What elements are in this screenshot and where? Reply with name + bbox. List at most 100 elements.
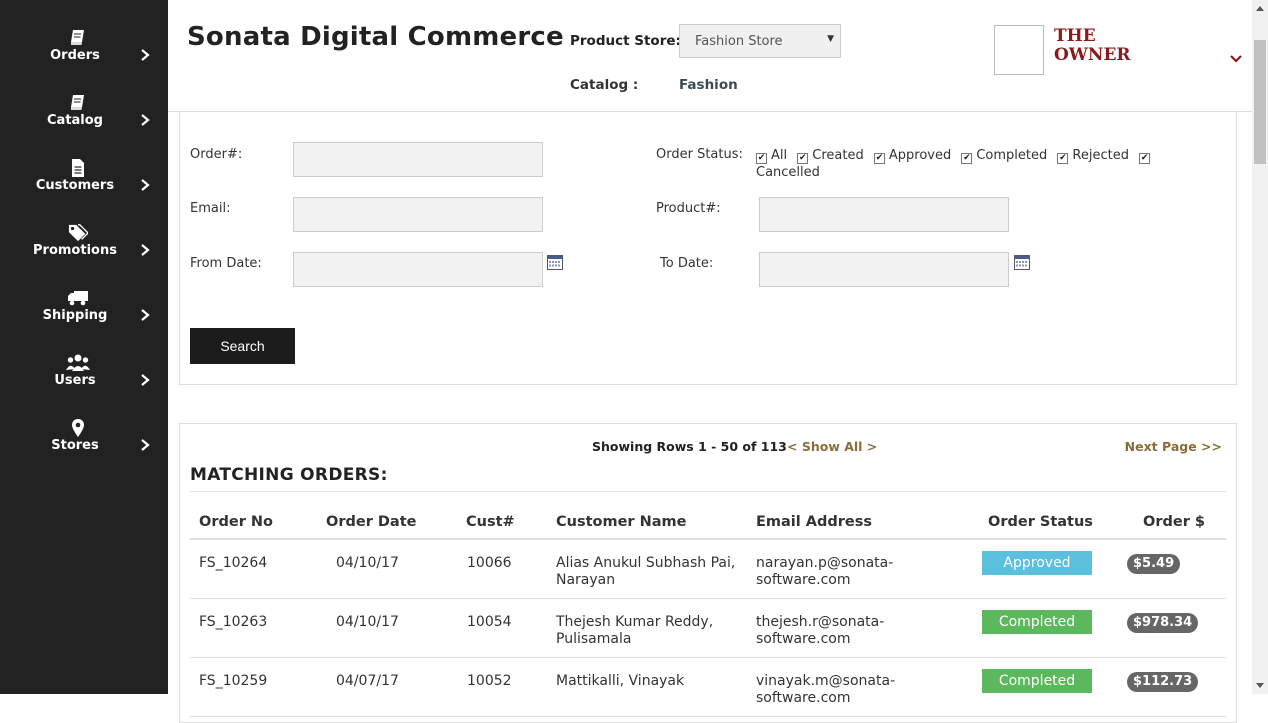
next-page-link[interactable]: Next Page >> xyxy=(1125,439,1222,454)
email-line: narayan.p@sonata- xyxy=(756,555,894,571)
order-status-checkboxes: ✔ All ✔ Created ✔ Approved ✔ Completed ✔ Reje… xyxy=(756,147,1176,181)
order-number-label: Order#: xyxy=(190,147,243,162)
user-name[interactable]: THE OWNER xyxy=(1054,27,1144,65)
checkbox-checked-icon[interactable]: ✔ xyxy=(873,153,885,164)
customer-name-line: Thejesh Kumar Reddy, xyxy=(556,614,714,630)
truck-icon xyxy=(68,291,88,306)
sidebar-item-stores[interactable]: Stores xyxy=(0,418,168,483)
status-option-label: All xyxy=(771,148,788,163)
sidebar-item-catalog[interactable]: Catalog xyxy=(0,93,168,158)
status-option-approved[interactable]: ✔ Approved xyxy=(873,148,952,164)
column-header-order-date[interactable]: Order Date xyxy=(326,514,416,530)
email-line: vinayak.m@sonata- xyxy=(756,673,896,689)
order-status-label: Order Status: xyxy=(656,147,743,162)
column-header-cust[interactable]: Cust# xyxy=(466,514,515,530)
scroll-down-icon[interactable] xyxy=(1252,676,1268,694)
scrollbar-thumb[interactable] xyxy=(1254,40,1266,164)
customer-name-line: Pulisamala xyxy=(556,631,632,647)
chevron-right-icon xyxy=(141,179,150,191)
customer-name: Thejesh Kumar Reddy, Pulisamala xyxy=(556,614,713,648)
avatar[interactable] xyxy=(994,25,1044,75)
email-line: thejesh.r@sonata- xyxy=(756,614,885,630)
order-date: 04/10/17 xyxy=(336,614,399,630)
order-number-input[interactable] xyxy=(293,142,543,177)
checkbox-checked-icon[interactable]: ✔ xyxy=(1057,153,1069,164)
scroll-up-icon[interactable] xyxy=(1252,0,1268,18)
catalog-value: Fashion xyxy=(679,77,738,93)
email-line: software.com xyxy=(756,631,851,647)
status-option-all[interactable]: ✔ All xyxy=(756,148,788,164)
order-amount-badge: $112.73 xyxy=(1127,672,1199,692)
status-badge: Completed xyxy=(982,610,1092,634)
sidebar-item-shipping[interactable]: Shipping xyxy=(0,288,168,353)
status-option-label: Approved xyxy=(888,148,952,163)
product-number-input[interactable] xyxy=(759,197,1009,232)
checkbox-checked-icon[interactable]: ✔ xyxy=(961,153,973,164)
table-row[interactable]: FS_10263 04/10/17 10054 Thejesh Kumar Re… xyxy=(190,599,1226,658)
order-date: 04/07/17 xyxy=(336,673,399,689)
book-icon xyxy=(71,30,84,45)
calendar-icon[interactable] xyxy=(1014,255,1030,270)
calendar-icon[interactable] xyxy=(547,255,563,270)
product-store-label: Product Store: xyxy=(570,33,681,49)
checkbox-checked-icon[interactable]: ✔ xyxy=(1139,153,1151,164)
sidebar-item-customers[interactable]: Customers xyxy=(0,158,168,223)
sidebar-item-promotions[interactable]: Promotions xyxy=(0,223,168,288)
checkbox-checked-icon[interactable]: ✔ xyxy=(797,153,809,164)
table-row[interactable]: FS_10264 04/10/17 10066 Alias Anukul Sub… xyxy=(190,540,1226,599)
order-number[interactable]: FS_10259 xyxy=(199,673,267,690)
header: Sonata Digital Commerce Product Store: F… xyxy=(168,0,1252,112)
chevron-down-icon[interactable] xyxy=(1228,52,1244,66)
document-icon xyxy=(72,159,84,177)
to-date-input[interactable] xyxy=(759,252,1009,287)
product-store-value: Fashion Store xyxy=(695,34,783,49)
email-line: software.com xyxy=(756,572,851,588)
customer-name: Alias Anukul Subhash Pai, Narayan xyxy=(556,555,735,589)
status-badge: Approved xyxy=(982,551,1092,575)
email-input[interactable] xyxy=(293,197,543,232)
pagination-summary: Showing Rows 1 - 50 of 113 xyxy=(592,439,787,454)
show-all-link[interactable]: < Show All > xyxy=(787,439,877,454)
status-badge: Completed xyxy=(982,669,1092,693)
status-option-label: Created xyxy=(812,148,864,163)
column-header-order-no[interactable]: Order No xyxy=(199,514,273,530)
customer-number: 10052 xyxy=(467,673,512,689)
sidebar-item-label: Shipping xyxy=(42,308,108,323)
customer-number: 10066 xyxy=(467,555,512,571)
email-address: thejesh.r@sonata-software.com xyxy=(756,614,884,648)
status-option-cancelled[interactable]: Cancelled xyxy=(756,165,820,180)
status-option-created[interactable]: ✔ Created xyxy=(797,148,864,164)
sidebar-item-users[interactable]: Users xyxy=(0,353,168,418)
tags-icon xyxy=(68,224,88,242)
divider xyxy=(190,491,1226,492)
column-header-customer-name[interactable]: Customer Name xyxy=(556,514,687,530)
email-address: narayan.p@sonata-software.com xyxy=(756,555,893,589)
from-date-input[interactable] xyxy=(293,252,543,287)
customer-number: 10054 xyxy=(467,614,512,630)
chevron-right-icon xyxy=(141,114,150,126)
scrollbar[interactable] xyxy=(1252,0,1268,694)
map-marker-icon xyxy=(72,419,84,437)
sidebar-item-orders[interactable]: Orders xyxy=(0,28,168,93)
email-line: software.com xyxy=(756,690,851,706)
sidebar: Orders Catalog Customers Promotions Ship… xyxy=(0,0,168,694)
order-number[interactable]: FS_10264 xyxy=(199,555,267,572)
sidebar-item-label: Catalog xyxy=(47,113,103,128)
to-date-label: To Date: xyxy=(660,256,714,271)
chevron-right-icon xyxy=(141,49,150,61)
status-option-completed[interactable]: ✔ Completed xyxy=(961,148,1047,164)
from-date-label: From Date: xyxy=(190,256,262,271)
matching-orders-panel: Showing Rows 1 - 50 of 113 < Show All > … xyxy=(179,423,1237,723)
status-option-rejected[interactable]: ✔ Rejected xyxy=(1057,148,1129,164)
sidebar-item-label: Customers xyxy=(35,178,115,193)
column-header-email[interactable]: Email Address xyxy=(756,514,872,530)
table-row[interactable]: FS_10259 04/07/17 10052 Mattikalli, Vina… xyxy=(190,658,1226,717)
order-search-panel: Order#: Email: From Date: Order Status: … xyxy=(179,112,1237,385)
checkbox-checked-icon[interactable]: ✔ xyxy=(756,153,767,164)
column-header-order-amount[interactable]: Order $ xyxy=(1143,514,1205,530)
product-store-select[interactable]: Fashion Store ▼ xyxy=(679,24,841,58)
users-icon xyxy=(66,354,90,371)
order-number[interactable]: FS_10263 xyxy=(199,614,267,631)
search-button[interactable]: Search xyxy=(190,328,295,364)
column-header-order-status[interactable]: Order Status xyxy=(988,514,1093,530)
